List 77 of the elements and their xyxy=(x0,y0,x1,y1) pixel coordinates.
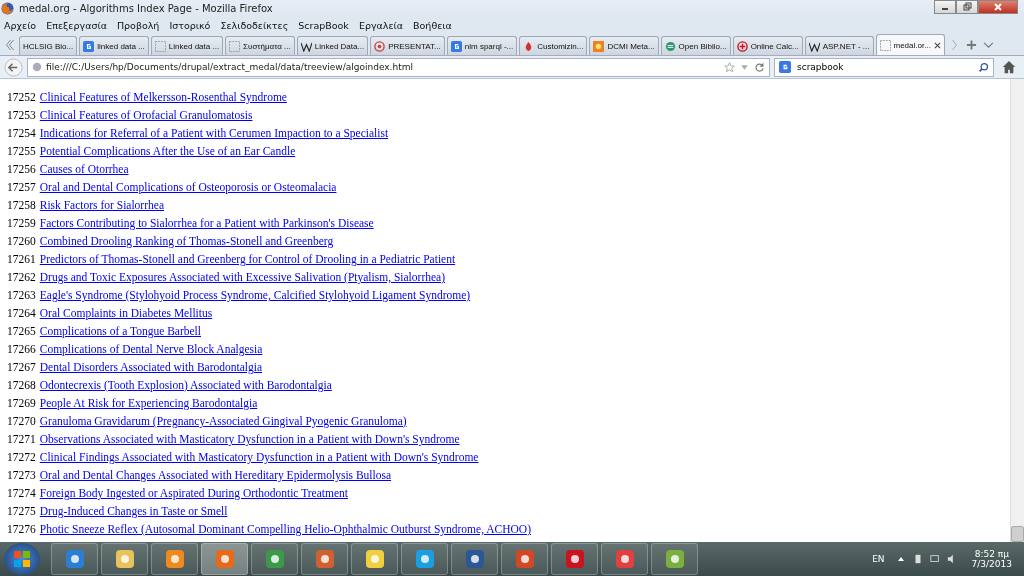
browser-tab[interactable]: PRESENTAT... xyxy=(370,36,445,55)
algorithm-link[interactable]: Clinical Findings Associated with Masticatory Dysfunction in a Patient with Down's Syndrome xyxy=(39,451,479,463)
algorithm-link[interactable]: Odontecrexis (Tooth Explosion) Associated with Barodontalgia xyxy=(39,379,332,391)
browser-tab[interactable]: Customizin... xyxy=(519,36,588,55)
row-number: 17271 xyxy=(7,433,36,445)
algorithm-link[interactable]: People At Risk for Experiencing Barodontalgia xyxy=(39,397,258,409)
row-number: 17263 xyxy=(7,289,36,301)
menu-item[interactable]: ScrapBook xyxy=(298,20,349,31)
algorithm-link[interactable]: Oral and Dental Complications of Osteoporosis or Osteomalacia xyxy=(39,181,337,193)
browser-tab[interactable]: Linked data ... xyxy=(150,36,224,55)
row-number: 17269 xyxy=(7,397,36,409)
row-number: 17260 xyxy=(7,235,36,247)
search-field[interactable]: scrapbook xyxy=(774,57,994,77)
language-indicator[interactable]: EN xyxy=(872,554,885,564)
browser-tab[interactable]: DCMI Meta... xyxy=(589,36,659,55)
row-number: 17256 xyxy=(7,163,36,175)
menu-item[interactable]: Προβολή xyxy=(116,20,160,31)
row-number: 17274 xyxy=(7,487,36,499)
browser-tab[interactable]: medal.or... xyxy=(875,34,945,55)
row-number: 17268 xyxy=(7,379,36,391)
row-number: 17276 xyxy=(7,523,36,535)
row-number: 17275 xyxy=(7,505,36,517)
algorithm-link[interactable]: Foreign Body Ingested or Aspirated During Orthodontic Treatment xyxy=(39,487,348,499)
row-number: 17262 xyxy=(7,271,36,283)
algorithm-link[interactable]: Combined Drooling Ranking of Thomas-Stonell and Greenberg xyxy=(39,235,334,247)
algorithm-link[interactable]: Complications of a Tongue Barbell xyxy=(39,325,201,337)
browser-tab[interactable]: Open Biblio... xyxy=(660,36,731,55)
algorithm-link[interactable]: Oral and Dental Changes Associated with Hereditary Epidermolysis Bullosa xyxy=(39,469,392,481)
algorithm-link[interactable]: Risk Factors for Sialorrhea xyxy=(39,199,164,211)
algorithm-link[interactable]: Drug-Induced Changes in Taste or Smell xyxy=(39,505,228,517)
browser-tab[interactable]: nlm sparql -... xyxy=(446,36,518,55)
row-number: 17265 xyxy=(7,325,36,337)
algorithm-link[interactable]: Complications of Dental Nerve Block Analgesia xyxy=(39,343,263,355)
row-number: 17252 xyxy=(7,91,36,103)
row-number: 17267 xyxy=(7,361,36,373)
browser-tab[interactable]: Συστήματα ... xyxy=(225,36,295,55)
algorithm-link[interactable]: Potential Complications After the Use of an Ear Candle xyxy=(39,145,296,157)
clock-date[interactable]: 7/3/2013 xyxy=(971,559,1012,569)
menu-item[interactable]: Εργαλεία xyxy=(358,20,404,31)
algorithm-link[interactable]: Factors Contributing to Sialorrhea for a Patient with Parkinson's Disease xyxy=(39,217,374,229)
row-number: 17273 xyxy=(7,469,36,481)
address-field[interactable]: file:///C:/Users/hp/Documents/drupal/extract_medal/data/treeview/algoindex.html xyxy=(27,57,770,77)
algorithm-link[interactable]: Eagle's Syndrome (Stylohyoid Process Syndrome, Calcified Stylohyoid Ligament Syndrome) xyxy=(39,289,471,301)
browser-tab[interactable]: HCLSIG Bio... xyxy=(19,36,78,55)
algorithm-link[interactable]: Causes of Otorrhea xyxy=(39,163,129,175)
algorithm-link[interactable]: Observations Associated with Masticatory Dysfunction in a Patient with Down's Syndrome xyxy=(39,433,460,445)
algorithm-link[interactable]: Clinical Features of Orofacial Granulomatosis xyxy=(39,109,253,121)
row-number: 17266 xyxy=(7,343,36,355)
browser-tab[interactable]: linked data ... xyxy=(79,36,149,55)
menu-item[interactable]: Ιστορικό xyxy=(169,20,211,31)
menu-item[interactable]: Βοήθεια xyxy=(413,20,452,31)
clock-time[interactable]: 8:52 πμ xyxy=(974,549,1009,559)
algorithm-link[interactable]: Granuloma Gravidarum (Pregnancy-Associated Gingival Pyogenic Granuloma) xyxy=(39,415,407,427)
algorithm-link[interactable]: Dental Disorders Associated with Barodontalgia xyxy=(39,361,263,373)
row-number: 17254 xyxy=(7,127,36,139)
browser-tab[interactable]: Linked Data... xyxy=(296,36,369,55)
row-number: 17261 xyxy=(7,253,36,265)
algorithm-link[interactable]: Oral Complaints in Diabetes Mellitus xyxy=(39,307,213,319)
algorithm-link[interactable]: Indications for Referral of a Patient with Cerumen Impaction to a Specialist xyxy=(39,127,389,139)
row-number: 17259 xyxy=(7,217,36,229)
menu-item[interactable]: Σελιδοδείκτες xyxy=(220,20,289,31)
row-number: 17258 xyxy=(7,199,36,211)
algorithm-link[interactable]: Predictors of Thomas-Stonell and Greenberg for Control of Drooling in a Pediatric Patient xyxy=(39,253,456,265)
algorithm-link[interactable]: Photic Sneeze Reflex (Autosomal Dominant Compelling Helio-Ophthalmic Outburst Syndrome, ACHOO) xyxy=(39,523,531,535)
menu-item[interactable]: Αρχείο xyxy=(4,20,37,31)
row-number: 17272 xyxy=(7,451,36,463)
row-number: 17270 xyxy=(7,415,36,427)
window-title: medal.org - Algorithms Index Page - Mozilla Firefox xyxy=(19,3,274,14)
row-number: 17264 xyxy=(7,307,36,319)
row-number: 17253 xyxy=(7,109,36,121)
browser-tab[interactable]: Online Calc... xyxy=(732,36,803,55)
algorithm-link[interactable]: Clinical Features of Melkersson-Rosenthal Syndrome xyxy=(39,91,287,103)
row-number: 17257 xyxy=(7,181,36,193)
row-number: 17255 xyxy=(7,145,36,157)
browser-tab[interactable]: ASP.NET - ... xyxy=(804,36,874,55)
algorithm-link[interactable]: Drugs and Toxic Exposures Associated with Excessive Salivation (Ptyalism, Sialorrhea) xyxy=(39,271,445,283)
menu-item[interactable]: Επεξεργασία xyxy=(46,20,107,31)
